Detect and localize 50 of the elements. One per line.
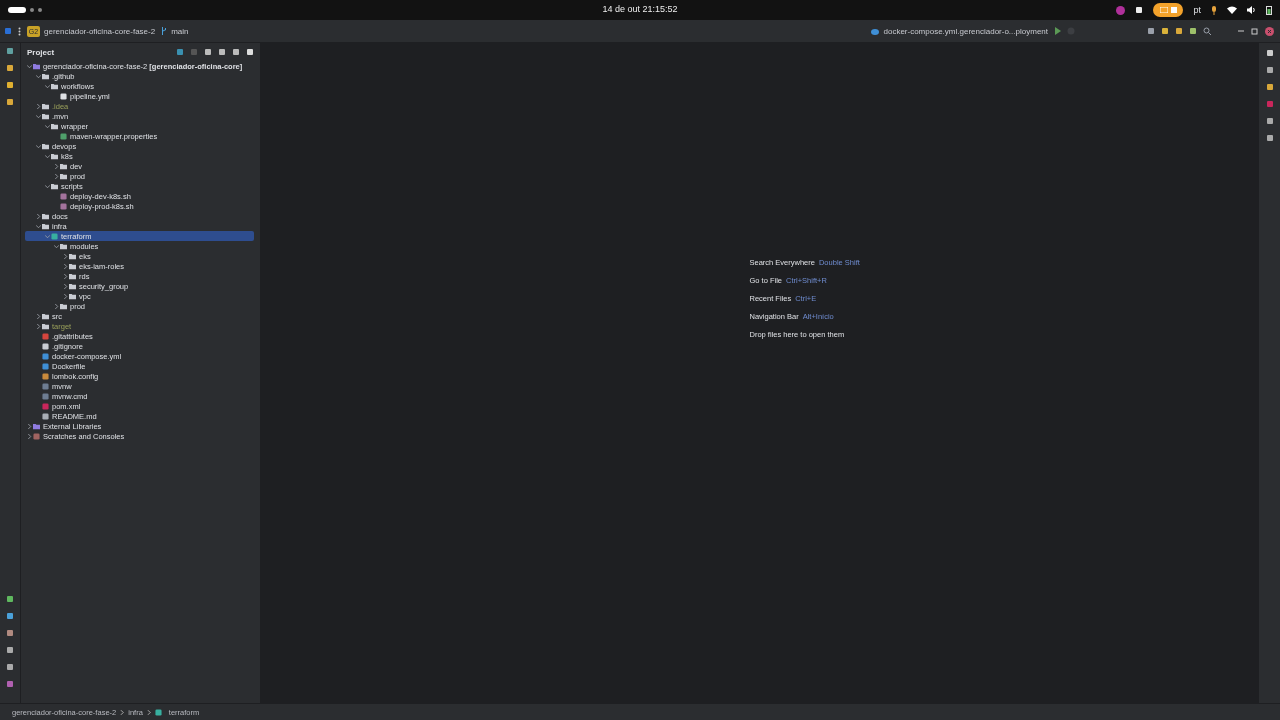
chevron-right-icon (146, 710, 151, 715)
chevron-down-icon[interactable] (53, 243, 59, 249)
restore-icon[interactable] (1251, 27, 1259, 35)
chevron-down-icon[interactable] (26, 63, 32, 69)
main-menu-icon[interactable] (18, 26, 21, 36)
workspace-dot[interactable] (30, 8, 34, 12)
minimize-icon[interactable] (1237, 27, 1245, 35)
microphone-icon[interactable] (1211, 5, 1217, 15)
chevron-right-icon[interactable] (26, 433, 32, 439)
chevron-down-icon[interactable] (35, 73, 41, 79)
chevron-down-icon[interactable] (44, 123, 50, 129)
chevron-down-icon[interactable] (44, 183, 50, 189)
chevron-right-icon[interactable] (62, 293, 68, 299)
chevron-right-icon[interactable] (26, 423, 32, 429)
workspace-dot[interactable] (38, 8, 42, 12)
run-configuration-selector[interactable]: docker-compose.yml.gerenciador-o...ployment (871, 26, 1048, 36)
chevron-right-icon[interactable] (62, 253, 68, 259)
chevron-down-icon[interactable] (44, 83, 50, 89)
run-icon[interactable] (1054, 27, 1061, 35)
battery-icon[interactable] (1266, 5, 1272, 15)
panel-title[interactable]: Project (27, 47, 55, 57)
library-icon (33, 422, 40, 430)
chevron-down-icon[interactable] (35, 143, 41, 149)
chevron-down-icon[interactable] (44, 153, 50, 159)
chevron-right-icon[interactable] (53, 303, 59, 309)
chevron-right-icon[interactable] (35, 313, 41, 319)
wifi-icon[interactable] (1227, 6, 1237, 14)
clock[interactable]: 14 de out 21:15:52 (602, 4, 678, 14)
chevron-right-icon[interactable] (62, 273, 68, 279)
branch-selector[interactable]: main (161, 26, 189, 36)
chevron-down-icon[interactable] (44, 233, 50, 239)
chevron-down-icon[interactable] (35, 223, 41, 229)
app-indicator-icon[interactable] (1116, 5, 1126, 15)
chevron-down-icon[interactable] (35, 113, 41, 119)
chevron-right-icon[interactable] (35, 103, 41, 109)
chevron-right-icon[interactable] (62, 263, 68, 269)
chevron-right-icon[interactable] (53, 163, 59, 169)
app-logo-icon[interactable] (4, 27, 12, 35)
chevron-right-icon[interactable] (53, 173, 59, 179)
close-icon[interactable] (1265, 26, 1274, 36)
chevron-right-icon[interactable] (62, 283, 68, 289)
workspace-indicator[interactable] (8, 7, 26, 13)
screen-record-indicator[interactable] (1153, 3, 1184, 17)
keyboard-layout[interactable]: pt (1193, 5, 1201, 15)
chevron-right-icon[interactable] (35, 213, 41, 219)
volume-icon[interactable] (1247, 6, 1256, 14)
search-icon[interactable] (1203, 27, 1211, 35)
chevron-right-icon (120, 710, 125, 715)
branch-icon (161, 27, 168, 35)
chevron-right-icon[interactable] (35, 323, 41, 329)
